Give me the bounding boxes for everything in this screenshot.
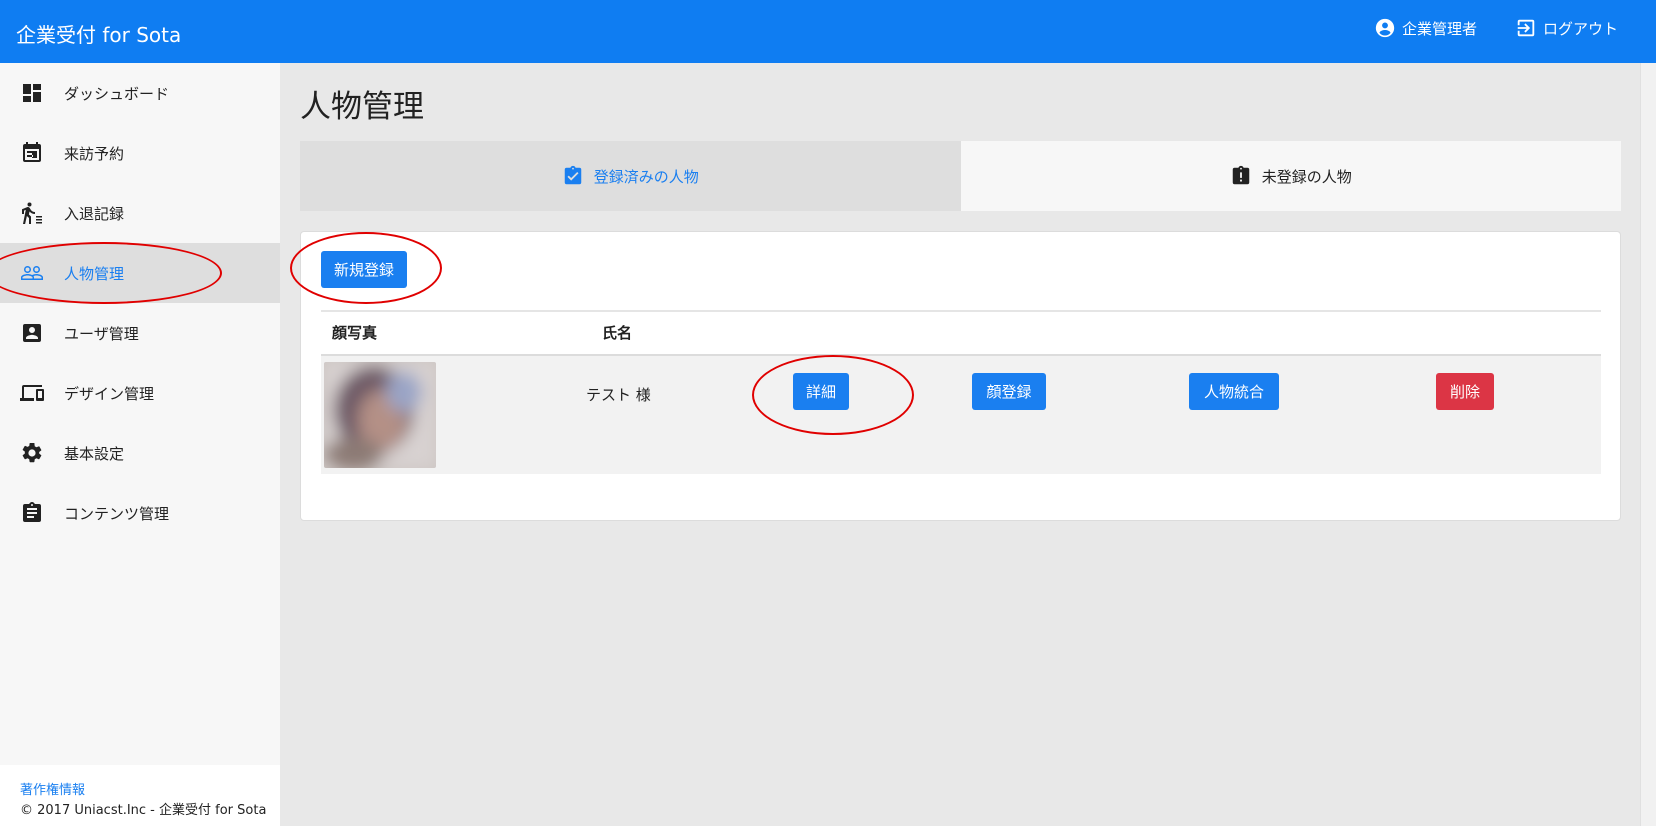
sidebar-item-reservations[interactable]: 来訪予約 <box>0 123 280 183</box>
sidebar-item-label: 来訪予約 <box>64 144 125 163</box>
delete-button[interactable]: 削除 <box>1436 373 1494 410</box>
page-scrollbar[interactable] <box>1640 63 1656 826</box>
sidebar-item-users[interactable]: ユーザ管理 <box>0 303 280 363</box>
clipboard-check-icon <box>564 165 581 185</box>
gear-icon <box>20 441 44 465</box>
sidebar-item-dashboard[interactable]: ダッシュボード <box>0 63 280 123</box>
people-icon <box>20 261 44 285</box>
sidebar-item-label: コンテンツ管理 <box>64 504 170 523</box>
logout-label: ログアウト <box>1543 19 1619 38</box>
tab-label: 登録済みの人物 <box>593 167 699 186</box>
user-label: 企業管理者 <box>1402 19 1478 38</box>
merge-person-button[interactable]: 人物統合 <box>1189 373 1279 410</box>
page-title: 人物管理 <box>300 89 424 125</box>
tab-unregistered[interactable]: 未登録の人物 <box>960 141 1621 211</box>
sidebar-item-entry-records[interactable]: 入退記録 <box>0 183 280 243</box>
detail-button[interactable]: 詳細 <box>793 373 849 410</box>
app-brand[interactable]: 企業受付 for Sota <box>16 19 181 48</box>
column-header-name: 氏名 <box>602 324 633 342</box>
new-registration-button[interactable]: 新規登録 <box>321 251 407 288</box>
sidebar-item-design[interactable]: デザイン管理 <box>0 363 280 423</box>
tab-bar: 登録済みの人物 未登録の人物 <box>300 141 1621 211</box>
table-top-divider <box>321 310 1601 312</box>
tab-registered[interactable]: 登録済みの人物 <box>300 141 961 211</box>
sidebar-item-contents[interactable]: コンテンツ管理 <box>0 483 280 543</box>
face-photo <box>324 362 436 468</box>
sidebar-item-label: デザイン管理 <box>64 384 155 403</box>
account-circle-icon <box>1375 18 1395 38</box>
person-name: テスト 様 <box>586 386 651 404</box>
tab-label: 未登録の人物 <box>1261 167 1352 186</box>
face-registration-button[interactable]: 顔登録 <box>972 373 1046 410</box>
sidebar-item-label: 人物管理 <box>64 264 125 283</box>
dashboard-icon <box>20 81 44 105</box>
sidebar-item-label: 入退記録 <box>64 204 125 223</box>
devices-icon <box>20 381 44 405</box>
walking-person-icon <box>20 201 44 225</box>
people-card: 新規登録 顔写真 氏名 テスト 様 詳細 顔登録 人物統合 削除 <box>300 231 1621 521</box>
copyright-link[interactable]: 著作権情報 <box>20 779 85 798</box>
account-box-icon <box>20 321 44 345</box>
sidebar: ダッシュボード 来訪予約 入退記録 人物管理 ユーザ管理 デザイン管理 基本設定… <box>0 63 280 826</box>
sidebar-item-label: ユーザ管理 <box>64 324 139 343</box>
sidebar-item-label: ダッシュボード <box>64 84 170 103</box>
column-header-photo: 顔写真 <box>332 324 378 342</box>
sidebar-item-label: 基本設定 <box>64 444 125 463</box>
sidebar-footer: 著作権情報 © 2017 Uniacst.Inc - 企業受付 for Sota <box>0 765 280 826</box>
user-menu[interactable]: 企業管理者 <box>1374 17 1477 39</box>
logout-icon <box>1517 19 1535 37</box>
copyright-text: © 2017 Uniacst.Inc - 企業受付 for Sota <box>20 803 267 818</box>
logout-link[interactable]: ログアウト <box>1515 17 1618 39</box>
table-row <box>321 356 1601 474</box>
main-content: 人物管理 登録済みの人物 未登録の人物 新規登録 顔写真 氏名 テスト 様 詳細… <box>280 63 1640 826</box>
top-navbar: 企業受付 for Sota 企業管理者 ログアウト <box>0 0 1656 63</box>
clipboard-icon <box>20 501 44 525</box>
sidebar-item-settings[interactable]: 基本設定 <box>0 423 280 483</box>
sidebar-item-people[interactable]: 人物管理 <box>0 243 280 303</box>
clipboard-alert-icon <box>1232 165 1249 185</box>
calendar-icon <box>20 141 44 165</box>
